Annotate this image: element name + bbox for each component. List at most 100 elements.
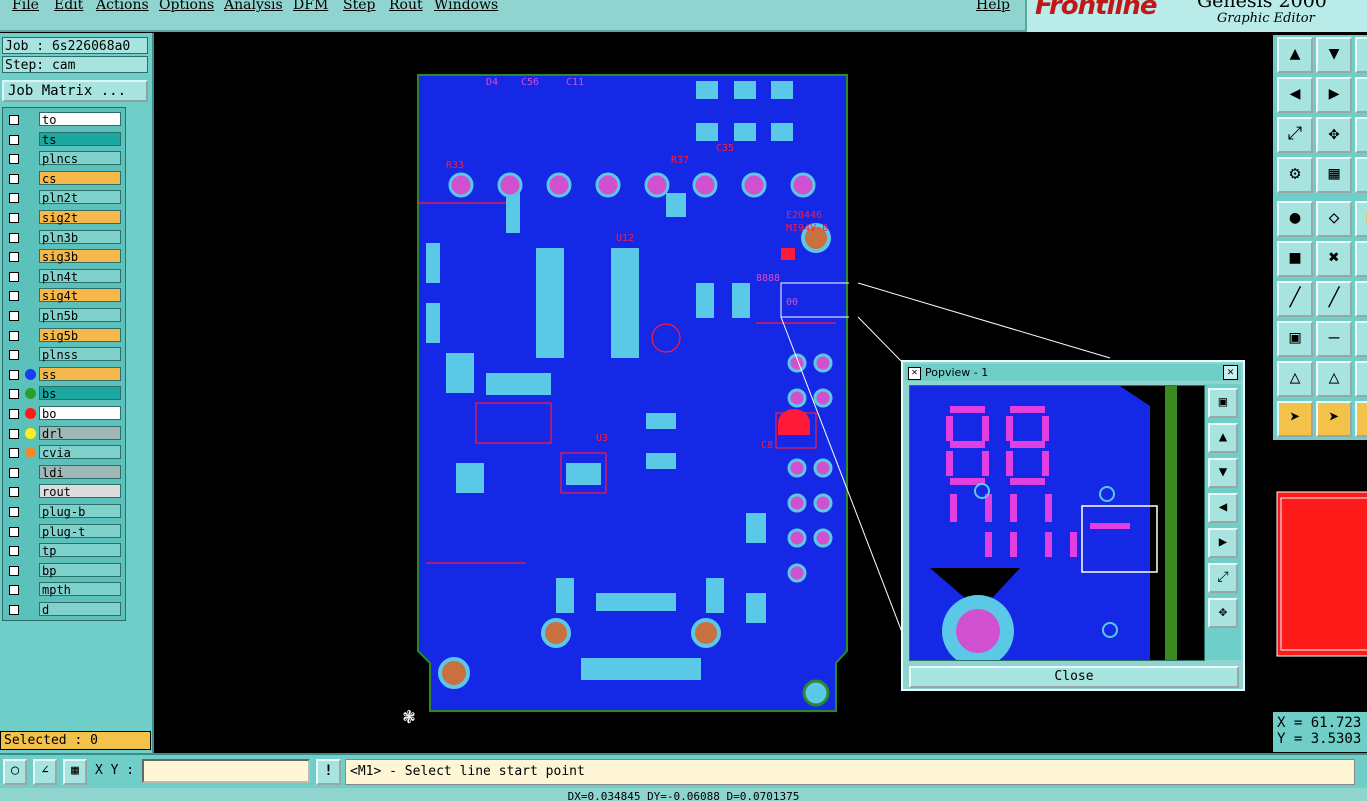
pan-up-icon[interactable]: ▲ bbox=[1277, 37, 1313, 73]
menu-dfm[interactable]: DFM bbox=[293, 0, 328, 13]
grid-icon[interactable]: ▦ bbox=[1316, 157, 1352, 193]
menu-analysis[interactable]: Analysis bbox=[224, 0, 283, 13]
layer-checkbox[interactable] bbox=[9, 311, 19, 321]
move-feature-icon[interactable]: ✚ bbox=[1355, 241, 1367, 277]
layer-checkbox[interactable] bbox=[9, 173, 19, 184]
layer-row-mpth[interactable]: mpth bbox=[3, 582, 125, 597]
layer-checkbox[interactable] bbox=[9, 369, 19, 380]
layer-checkbox[interactable] bbox=[9, 507, 19, 517]
menu-options[interactable]: Options bbox=[159, 0, 214, 13]
line-draw-icon[interactable]: ╱ bbox=[1277, 281, 1313, 317]
polygon-edit-icon[interactable]: ◇ bbox=[1316, 201, 1352, 237]
menu-rout[interactable]: Rout bbox=[389, 0, 423, 13]
layer-checkbox[interactable] bbox=[9, 134, 19, 145]
board-minimap[interactable] bbox=[1275, 490, 1367, 658]
snap-icon[interactable]: ● bbox=[1355, 157, 1367, 193]
zoom-area-icon[interactable]: □ bbox=[1355, 77, 1367, 113]
layer-row-ts[interactable]: ts bbox=[3, 131, 125, 147]
select-area-icon[interactable]: □ bbox=[1355, 401, 1367, 437]
layer-checkbox[interactable] bbox=[9, 291, 19, 302]
select-pointer-icon[interactable]: ➤ bbox=[1277, 401, 1313, 437]
triangle-alt-icon[interactable]: △ bbox=[1316, 361, 1352, 397]
layer-row-tp[interactable]: tp bbox=[3, 543, 125, 558]
zoom-page-icon[interactable]: □ bbox=[1355, 117, 1367, 153]
highlight-features-icon[interactable]: ■ bbox=[1277, 241, 1313, 277]
layer-row-pln5b[interactable]: pln5b bbox=[3, 308, 125, 323]
layer-row-sig3b[interactable]: sig3b bbox=[3, 249, 125, 264]
layer-checkbox[interactable] bbox=[9, 467, 19, 478]
layer-checkbox[interactable] bbox=[9, 193, 19, 204]
hand-icon[interactable]: ✋ bbox=[1355, 201, 1367, 237]
layer-row-bs[interactable]: bs bbox=[3, 386, 125, 401]
layer-row-cvia[interactable]: cvia bbox=[3, 445, 125, 460]
layer-checkbox[interactable] bbox=[9, 252, 19, 263]
popview-pan-right-icon[interactable]: ▶ bbox=[1208, 528, 1238, 558]
pan-right-icon[interactable]: ▶ bbox=[1316, 77, 1352, 113]
layer-checkbox[interactable] bbox=[9, 213, 19, 223]
layer-row-pln4t[interactable]: pln4t bbox=[3, 268, 125, 284]
layer-row-sig4t[interactable]: sig4t bbox=[3, 288, 125, 303]
layer-row-plug-t[interactable]: plug-t bbox=[3, 523, 125, 539]
menu-help[interactable]: Help bbox=[976, 0, 1010, 13]
select-pointer-alt-icon[interactable]: ➤ bbox=[1316, 401, 1352, 437]
popview-close-button[interactable]: Close bbox=[909, 666, 1239, 688]
layer-checkbox[interactable] bbox=[9, 350, 19, 361]
layer-row-bo[interactable]: bo bbox=[3, 406, 125, 421]
popview-pan-left-icon[interactable]: ◀ bbox=[1208, 493, 1238, 523]
pan-left-icon[interactable]: ◀ bbox=[1277, 77, 1313, 113]
layer-row-ldi[interactable]: ldi bbox=[3, 464, 125, 480]
menu-step[interactable]: Step bbox=[343, 0, 375, 13]
layer-checkbox[interactable] bbox=[9, 232, 19, 243]
layer-checkbox[interactable] bbox=[9, 154, 19, 165]
popview-zoom-fit-icon[interactable]: ▣ bbox=[1208, 388, 1238, 418]
layer-row-plug-b[interactable]: plug-b bbox=[3, 504, 125, 519]
triangle-fill-icon[interactable]: ▲ bbox=[1355, 361, 1367, 397]
layer-row-sig2t[interactable]: sig2t bbox=[3, 210, 125, 225]
layer-checkbox[interactable] bbox=[9, 115, 19, 125]
layer-row-pln2t[interactable]: pln2t bbox=[3, 190, 125, 205]
menu-actions[interactable]: Actions bbox=[96, 0, 149, 13]
layer-row-ss[interactable]: ss bbox=[3, 366, 125, 382]
zoom-in-icon[interactable]: ⤢ bbox=[1277, 117, 1313, 153]
layer-checkbox[interactable] bbox=[9, 546, 19, 557]
layer-checkbox[interactable] bbox=[9, 605, 19, 615]
layer-row-plnss[interactable]: plnss bbox=[3, 347, 125, 362]
layer-row-to[interactable]: to bbox=[3, 112, 125, 127]
layer-checkbox[interactable] bbox=[9, 271, 19, 282]
layer-row-rout[interactable]: rout bbox=[3, 484, 125, 499]
layer-checkbox[interactable] bbox=[9, 526, 19, 537]
delete-feature-icon[interactable]: ✖ bbox=[1316, 241, 1352, 277]
popview-titlebar[interactable]: ✕ Popview - 1 ✕ bbox=[905, 364, 1241, 381]
measure-icon[interactable]: ∠ bbox=[33, 759, 57, 785]
layer-checkbox[interactable] bbox=[9, 487, 19, 498]
layer-checkbox[interactable] bbox=[9, 585, 19, 596]
popview-close-icon[interactable]: ✕ bbox=[1223, 365, 1238, 380]
triangle-icon[interactable]: △ bbox=[1277, 361, 1313, 397]
menu-windows[interactable]: Windows bbox=[434, 0, 498, 13]
layer-row-bp[interactable]: bp bbox=[3, 562, 125, 578]
layer-row-d[interactable]: d bbox=[3, 602, 125, 617]
xy-input[interactable] bbox=[142, 759, 310, 783]
layer-row-cs[interactable]: cs bbox=[3, 170, 125, 186]
grid-snap-icon[interactable]: ▦ bbox=[63, 759, 87, 785]
pan-down-icon[interactable]: ▼ bbox=[1316, 37, 1352, 73]
popview-zoom-out-icon[interactable]: ✥ bbox=[1208, 598, 1238, 628]
zoom-out-icon[interactable]: ✥ bbox=[1316, 117, 1352, 153]
popview-pan-up-icon[interactable]: ▲ bbox=[1208, 423, 1238, 453]
popview-pan-down-icon[interactable]: ▼ bbox=[1208, 458, 1238, 488]
execute-button[interactable]: ! bbox=[316, 759, 341, 785]
pcb-board-view[interactable]: E20446 MI94V-0 R33 R37 C8 C35 U12 U3 8888 00 D… bbox=[416, 73, 849, 713]
job-matrix-button[interactable]: Job Matrix ... bbox=[2, 80, 148, 102]
menu-file[interactable]: File bbox=[12, 0, 39, 13]
layer-checkbox[interactable] bbox=[9, 389, 19, 400]
layer-checkbox[interactable] bbox=[9, 409, 19, 419]
layer-checkbox[interactable] bbox=[9, 565, 19, 576]
settings-icon[interactable]: ⚙ bbox=[1277, 157, 1313, 193]
horizontal-line-icon[interactable]: — bbox=[1316, 321, 1352, 357]
vertical-line-icon[interactable]: | bbox=[1355, 321, 1367, 357]
layer-row-pln3b[interactable]: pln3b bbox=[3, 229, 125, 245]
layer-checkbox[interactable] bbox=[9, 448, 19, 459]
arc-draw-icon[interactable]: ◠ bbox=[1355, 281, 1367, 317]
zoom-window-icon[interactable]: ◯ bbox=[3, 759, 27, 785]
layer-row-drl[interactable]: drl bbox=[3, 425, 125, 441]
